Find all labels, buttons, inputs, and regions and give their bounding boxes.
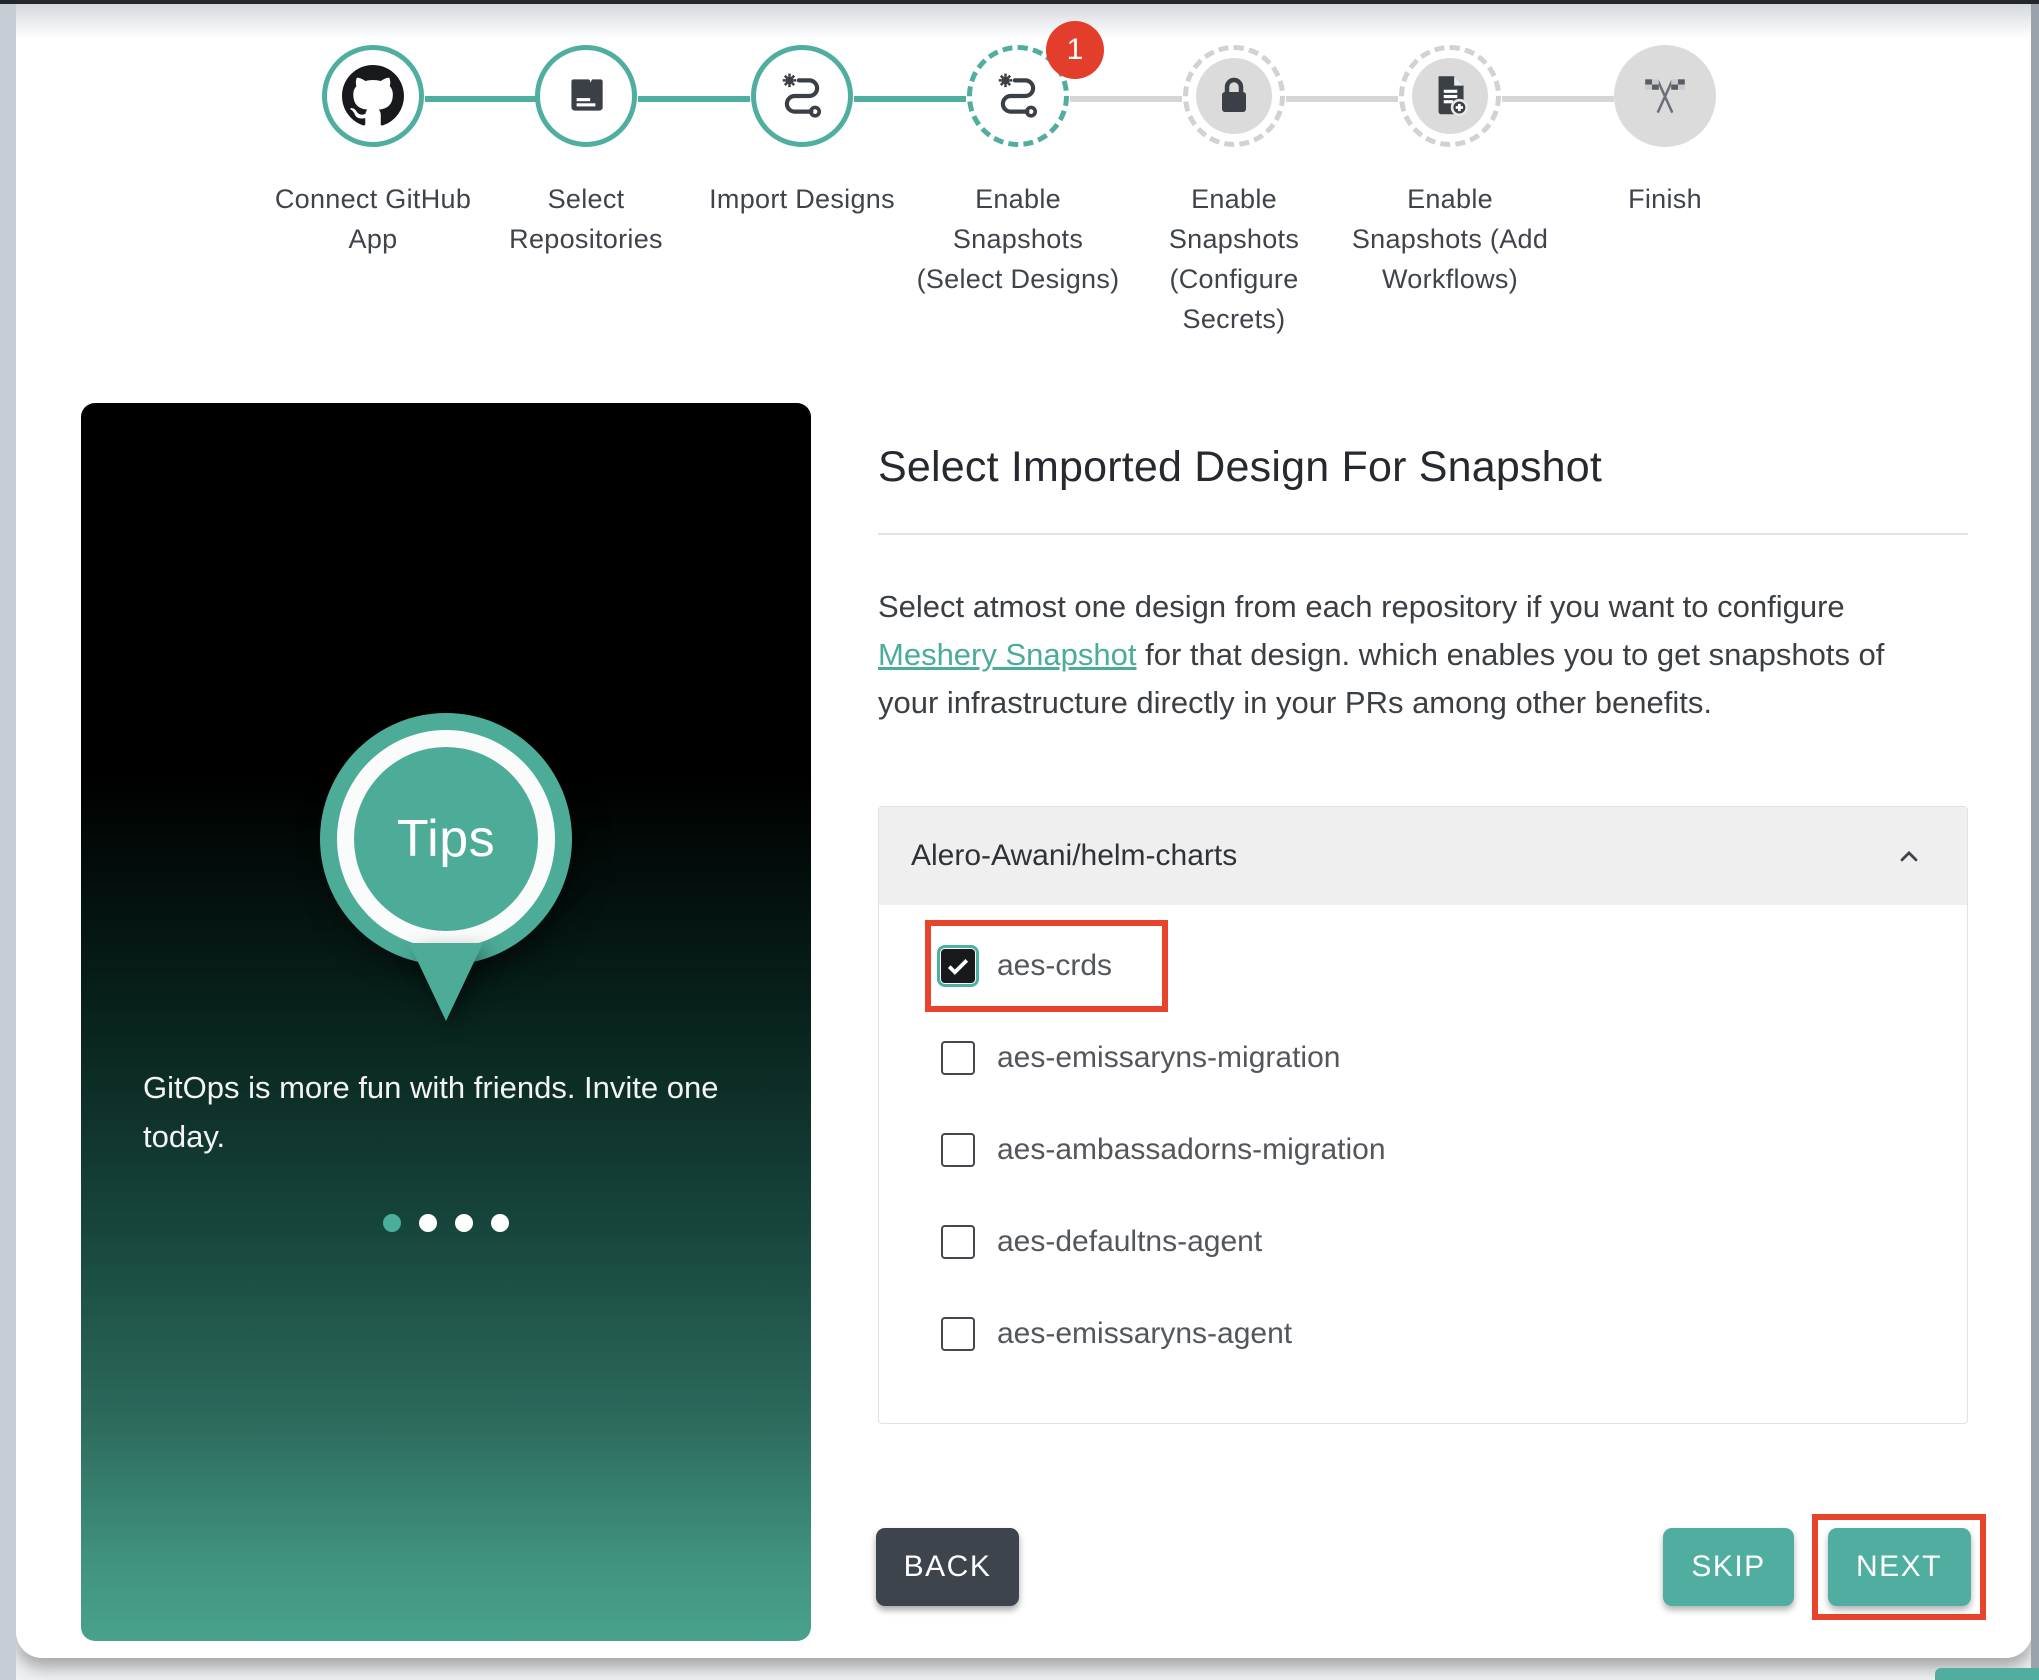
github-icon <box>342 65 404 127</box>
step-label: Import Designs <box>709 184 895 214</box>
stepper-step: Enable Snapshots (Add Workflows) <box>1340 45 1614 299</box>
design-row: aes-defaultns-agent <box>925 1196 1967 1288</box>
page-scrollbar[interactable] <box>2031 4 2039 1680</box>
stepper-connector <box>425 96 537 102</box>
design-row: aes-emissaryns-agent <box>925 1288 1967 1380</box>
repository-accordion-header[interactable]: Alero-Awani/helm-charts <box>879 807 1967 905</box>
stepper-step: Finish <box>1555 45 1775 219</box>
step-label: Select Repositories <box>509 184 663 254</box>
tips-message: GitOps is more fun with friends. Invite … <box>143 1070 719 1154</box>
page-left-gutter <box>0 4 16 1680</box>
bottom-right-accent-bar <box>1935 1668 2039 1680</box>
stepper-step: Connect GitHub App <box>263 45 537 259</box>
stepper-step-circle[interactable] <box>1183 45 1285 147</box>
annotation-box: aes-emissaryns-migration <box>925 1012 1396 1104</box>
next-button[interactable]: NEXT <box>1827 1528 1971 1606</box>
tips-panel: Tips GitOps is more fun with friends. In… <box>81 403 811 1641</box>
skip-button[interactable]: SKIP <box>1663 1528 1794 1606</box>
annotation-box: aes-emissaryns-agent <box>925 1288 1348 1380</box>
design-row: aes-ambassadorns-migration <box>925 1104 1967 1196</box>
description-before-link: Select atmost one design from each repos… <box>878 589 1845 624</box>
design-row: aes-crds <box>925 920 1967 1012</box>
annotation-box: aes-crds <box>925 920 1169 1012</box>
chevron-up-icon[interactable] <box>1895 843 1923 871</box>
stepper-step-circle[interactable] <box>1399 45 1501 147</box>
stepper-step: 1 Enable Snapshots (Select Designs) <box>908 21 1182 299</box>
document-add-icon <box>1425 71 1475 121</box>
step-label: Enable Snapshots (Select Designs) <box>916 184 1120 294</box>
description-text: Select atmost one design from each repos… <box>878 583 1893 727</box>
wizard-stepper: Connect GitHub App Select Repositories I… <box>16 21 2032 345</box>
annotation-box: aes-defaultns-agent <box>925 1196 1318 1288</box>
design-label: aes-emissaryns-migration <box>997 1041 1341 1074</box>
design-label: aes-crds <box>997 949 1113 982</box>
title-divider <box>878 533 1968 535</box>
annotation-box-next: NEXT <box>1812 1514 1986 1620</box>
carousel-dot[interactable] <box>383 1214 401 1232</box>
repository-name: Alero-Awani/helm-charts <box>911 839 1238 872</box>
route-icon <box>777 71 827 121</box>
page-title: Select Imported Design For Snapshot <box>878 443 1603 491</box>
design-list: aes-crds aes-emissaryns-migration aes-am… <box>879 905 1967 1380</box>
design-label: aes-ambassadorns-migration <box>997 1133 1386 1166</box>
step-label: Connect GitHub App <box>274 184 472 254</box>
design-checkbox[interactable] <box>941 1225 975 1259</box>
window-top-edge <box>0 0 2039 4</box>
wizard-card: Connect GitHub App Select Repositories I… <box>16 3 2032 1658</box>
stepper-connector <box>1070 96 1182 102</box>
stepper-step-circle[interactable] <box>1614 45 1716 147</box>
step-label: Enable Snapshots (Add Workflows) <box>1351 184 1549 294</box>
annotation-box: aes-ambassadorns-migration <box>925 1104 1442 1196</box>
wizard-screen: Connect GitHub App Select Repositories I… <box>0 0 2039 1680</box>
stepper-step-circle[interactable] <box>535 45 637 147</box>
design-checkbox[interactable] <box>941 949 975 983</box>
back-button[interactable]: BACK <box>876 1528 1019 1606</box>
tips-badge-label: Tips <box>396 810 496 868</box>
tips-badge: Tips <box>320 713 572 965</box>
carousel-dot[interactable] <box>491 1214 509 1232</box>
finish-flags-icon <box>1640 71 1690 121</box>
stepper-step-circle[interactable] <box>322 45 424 147</box>
carousel-dot[interactable] <box>419 1214 437 1232</box>
meshery-snapshot-link[interactable]: Meshery Snapshot <box>878 637 1136 672</box>
step-label: Finish <box>1628 184 1702 214</box>
stepper-step: Select Repositories <box>476 45 750 259</box>
stepper-step-circle[interactable] <box>751 45 853 147</box>
stepper-connector <box>638 96 750 102</box>
tips-carousel-dots <box>81 1214 811 1232</box>
repository-accordion: Alero-Awani/helm-charts aes-crds aes-emi… <box>878 806 1968 1424</box>
design-checkbox[interactable] <box>941 1041 975 1075</box>
tips-badge-tail <box>409 943 483 1021</box>
design-checkbox[interactable] <box>941 1317 975 1351</box>
lock-icon <box>1210 72 1258 120</box>
design-checkbox[interactable] <box>941 1133 975 1167</box>
stepper-step: Enable Snapshots (Configure Secrets) <box>1124 45 1398 339</box>
repository-icon <box>561 71 611 121</box>
route-icon <box>993 71 1043 121</box>
stepper-connector <box>1502 96 1614 102</box>
stepper-connector <box>1286 96 1398 102</box>
design-label: aes-emissaryns-agent <box>997 1317 1293 1350</box>
step-label: Enable Snapshots (Configure Secrets) <box>1168 184 1300 334</box>
design-row: aes-emissaryns-migration <box>925 1012 1967 1104</box>
stepper-step: Import Designs <box>692 45 966 219</box>
step-notification-badge: 1 <box>1046 21 1104 79</box>
stepper-connector <box>854 96 966 102</box>
carousel-dot[interactable] <box>455 1214 473 1232</box>
design-label: aes-defaultns-agent <box>997 1225 1263 1258</box>
